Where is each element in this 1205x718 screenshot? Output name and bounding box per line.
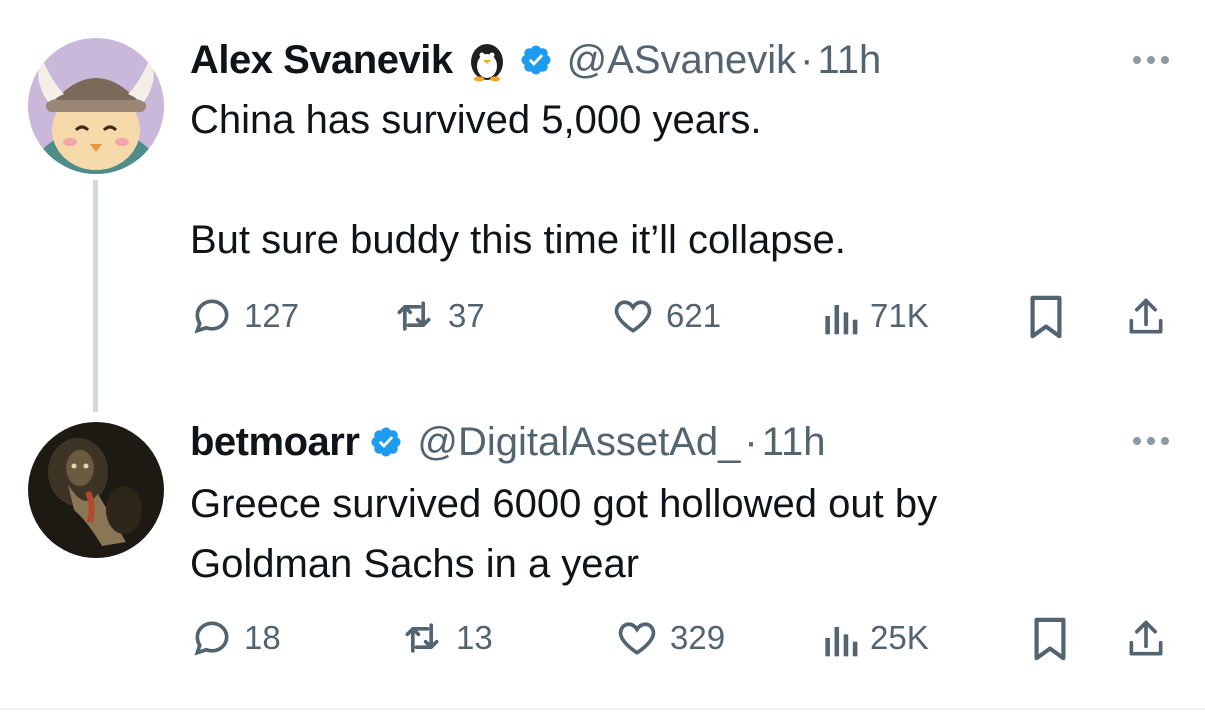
bookmark-button[interactable]	[1026, 294, 1066, 340]
tweet-actions: 127 37 621 71K	[190, 294, 1180, 344]
thread-line	[93, 180, 98, 412]
more-options-icon[interactable]	[1133, 56, 1169, 64]
like-button[interactable]: 329	[614, 616, 725, 660]
tweet-text: China has survived 5,000 years. But sure…	[190, 98, 846, 262]
reply-icon	[194, 299, 229, 334]
heart-icon	[614, 300, 652, 333]
tweet-header: Alex Svanevik @ASvanevik · 11h	[190, 32, 881, 88]
separator-dot: ·	[800, 37, 814, 82]
retweet-icon	[397, 301, 431, 331]
divider	[0, 708, 1205, 710]
share-button[interactable]	[1124, 294, 1168, 340]
share-button[interactable]	[1124, 616, 1168, 662]
handle[interactable]: @DigitalAssetAd_	[417, 420, 740, 465]
retweet-count: 13	[456, 619, 493, 656]
reply-button[interactable]: 127	[190, 294, 299, 338]
heart-icon	[618, 622, 656, 655]
bookmark-icon	[1030, 295, 1062, 339]
reply-count: 18	[244, 619, 281, 656]
share-icon	[1129, 298, 1163, 334]
views-button[interactable]: 71K	[820, 294, 929, 338]
retweet-button[interactable]: 37	[390, 294, 485, 338]
bar-chart-icon	[825, 627, 858, 657]
view-count: 71K	[870, 297, 929, 334]
retweet-button[interactable]: 13	[398, 616, 493, 660]
like-button[interactable]: 621	[610, 294, 721, 338]
views-button[interactable]: 25K	[820, 616, 929, 660]
like-count: 329	[670, 619, 726, 656]
reply-button[interactable]: 18	[190, 616, 281, 660]
display-name[interactable]: Alex Svanevik	[190, 38, 453, 83]
tweet-header: betmoarr @DigitalAssetAd_ · 11h	[190, 414, 825, 470]
retweet-count: 37	[448, 297, 485, 334]
bookmark-icon	[1034, 617, 1066, 661]
penguin-emoji-icon	[465, 38, 509, 82]
verified-badge-icon[interactable]	[519, 43, 553, 77]
avatar[interactable]	[28, 422, 164, 558]
bar-chart-icon	[825, 305, 858, 335]
more-options-icon[interactable]	[1133, 437, 1169, 445]
avatar[interactable]	[28, 38, 164, 174]
reply-icon	[194, 621, 229, 656]
reply-count: 127	[244, 297, 300, 334]
verified-badge-icon[interactable]	[369, 425, 403, 459]
tweet-text: Greece survived 6000 got hollowed out by…	[190, 482, 938, 586]
handle[interactable]: @ASvanevik	[567, 38, 797, 83]
bookmark-button[interactable]	[1030, 616, 1070, 662]
timestamp[interactable]: 11h	[762, 420, 826, 465]
display-name[interactable]: betmoarr	[190, 420, 360, 465]
tweet-actions: 18 13 329 25K	[190, 616, 1180, 666]
share-icon	[1129, 620, 1163, 656]
separator-dot: ·	[744, 419, 758, 464]
view-count: 25K	[870, 619, 929, 656]
timestamp[interactable]: 11h	[817, 38, 881, 83]
retweet-icon	[405, 623, 439, 653]
like-count: 621	[666, 297, 722, 334]
